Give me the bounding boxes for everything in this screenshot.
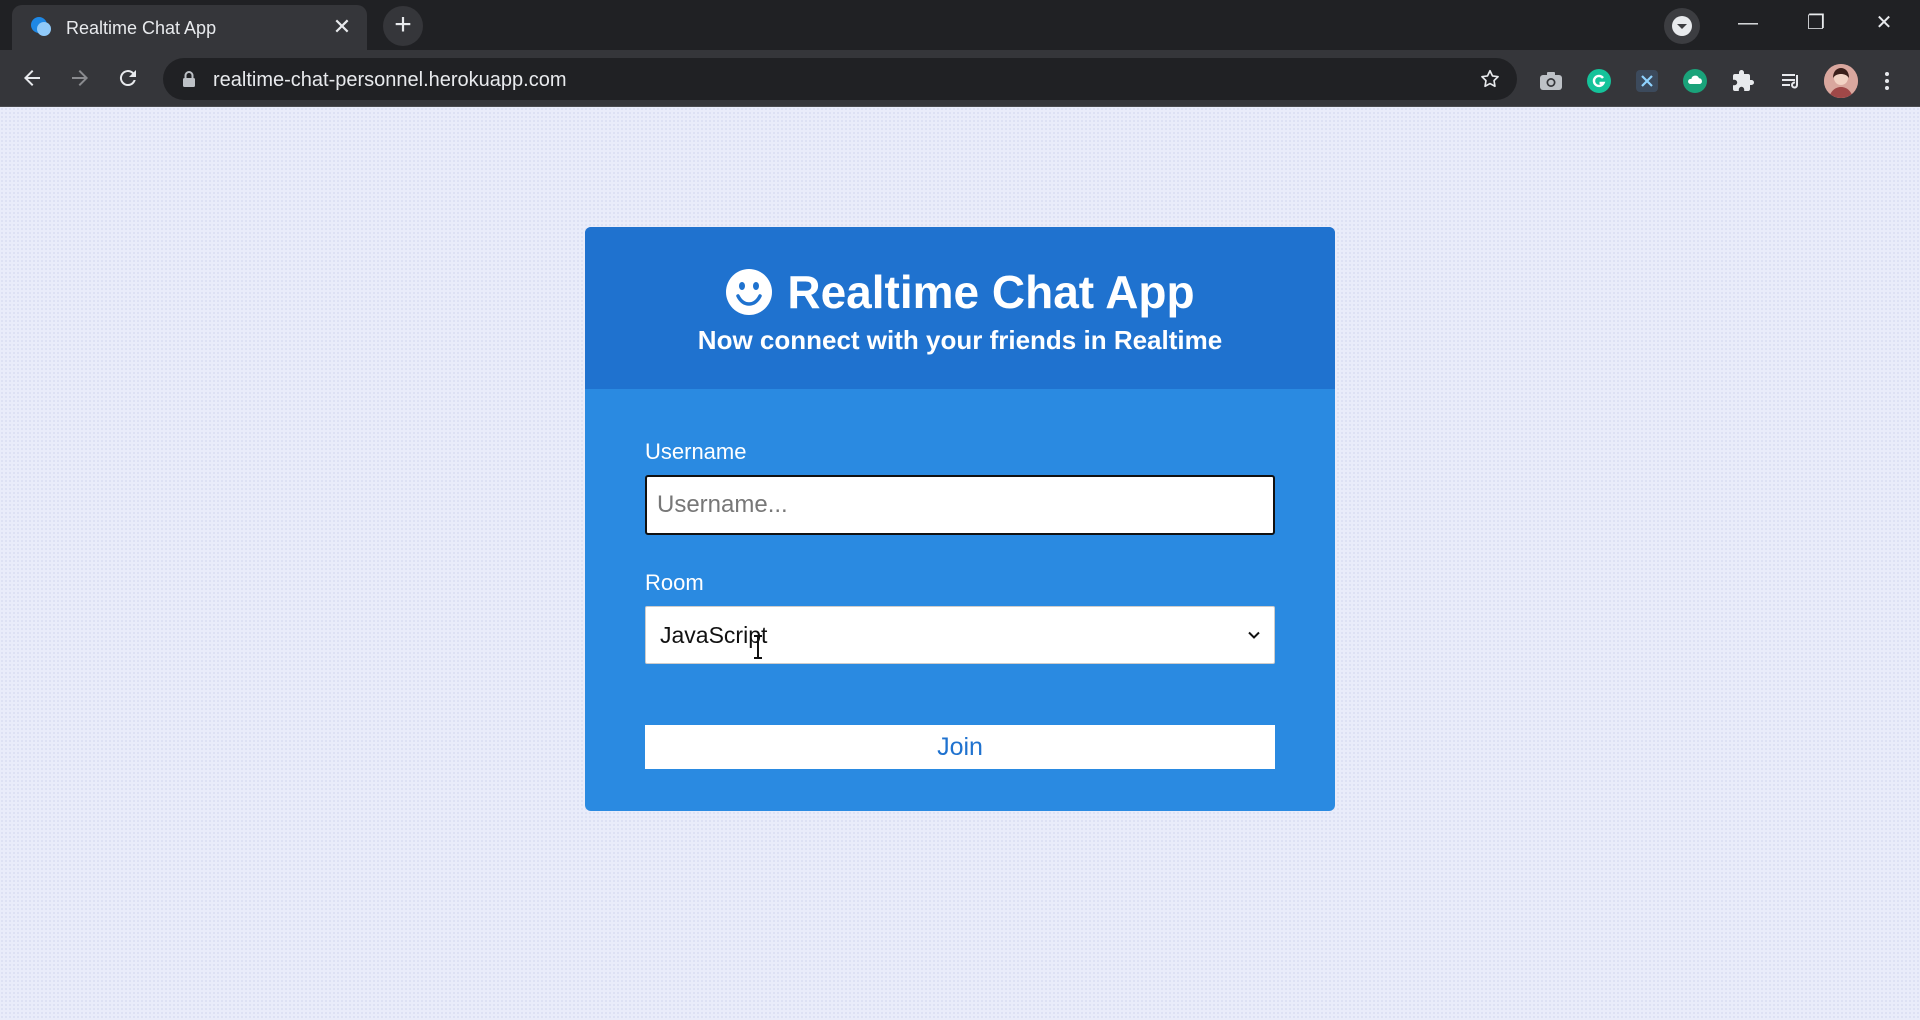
menu-icon[interactable] [1872,66,1902,96]
tab-close-icon[interactable]: ✕ [329,14,355,40]
room-field: Room JavaScript [645,570,1275,664]
reload-icon [119,70,136,87]
arrow-right-icon [72,70,88,86]
tab-search-button[interactable] [1664,8,1700,44]
minimize-button[interactable]: — [1728,8,1768,38]
forward-button[interactable] [60,58,100,98]
bookmark-star-icon[interactable] [1479,68,1501,90]
chevron-down-icon [1672,16,1692,36]
reload-button[interactable] [108,58,148,98]
join-button[interactable]: Join [645,725,1275,769]
media-icon[interactable] [1776,66,1806,96]
app-title-text: Realtime Chat App [787,266,1195,318]
app-subtitle: Now connect with your friends in Realtim… [697,325,1223,355]
lock-icon [183,71,195,87]
page-content: Realtime Chat App Now connect with your … [0,107,1920,1020]
text-cursor-icon [754,635,762,659]
chat-bubbles-icon [31,17,51,36]
browser-toolbar: realtime-chat-personnel.herokuapp.com [0,50,1920,107]
room-label: Room [645,570,704,595]
join-form: Username Room JavaScript Join [585,389,1335,769]
chevron-down-icon [1248,631,1260,639]
puzzle-icon[interactable] [1728,66,1758,96]
restore-button[interactable]: ❐ [1796,8,1836,38]
new-tab-button[interactable]: + [383,6,423,46]
app-title: Realtime Chat App [725,265,1195,319]
browser-tab-strip: Realtime Chat App ✕ + — ❐ ✕ [0,0,1920,50]
join-card: Realtime Chat App Now connect with your … [585,227,1335,811]
cloud-extension-icon[interactable] [1680,66,1710,96]
arrow-left-icon [24,70,40,86]
address-bar[interactable]: realtime-chat-personnel.herokuapp.com [163,58,1517,100]
username-input[interactable] [645,475,1275,535]
back-button[interactable] [12,58,52,98]
room-select[interactable]: JavaScript [645,606,1275,664]
avatar[interactable] [1824,64,1858,98]
grammarly-icon[interactable] [1584,66,1614,96]
username-label: Username [645,439,747,464]
url-text: realtime-chat-personnel.herokuapp.com [213,69,567,91]
tab-title: Realtime Chat App [66,18,217,38]
window-close-button[interactable]: ✕ [1864,8,1904,38]
smile-icon [726,269,773,315]
card-header: Realtime Chat App Now connect with your … [585,227,1335,389]
x-extension-icon[interactable] [1632,66,1662,96]
browser-tab[interactable]: Realtime Chat App ✕ [12,5,367,50]
camera-icon[interactable] [1536,66,1566,96]
